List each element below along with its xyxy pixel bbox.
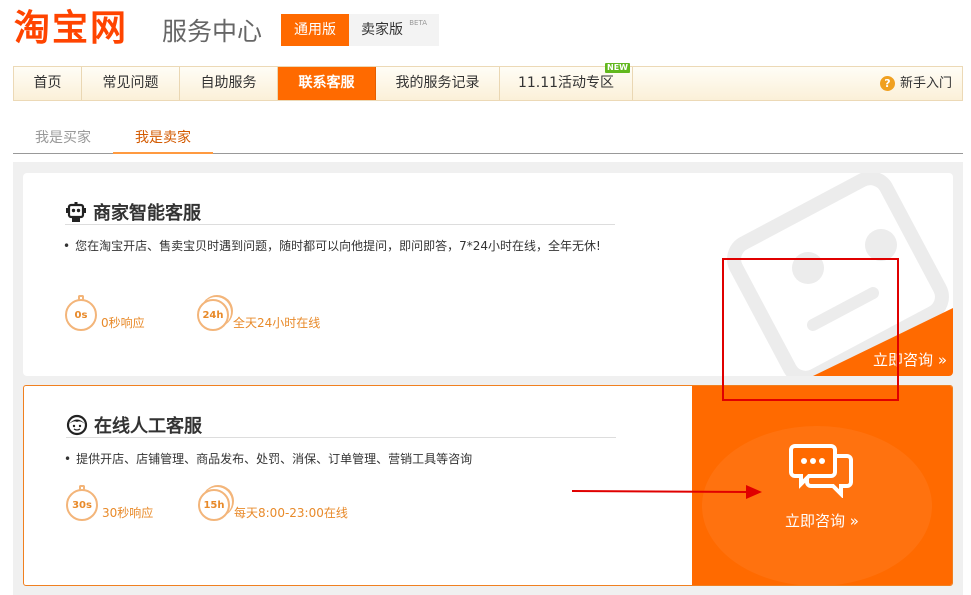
response-time-stat: 0s 0秒响应 [65, 295, 145, 331]
title-divider [66, 437, 616, 438]
version-tab-general[interactable]: 通用版 [281, 14, 349, 46]
title-divider [65, 224, 615, 225]
agent-icon [66, 414, 88, 436]
human-service-title: 在线人工客服 [94, 416, 202, 437]
clock-icon: 15h [198, 489, 230, 521]
tab-seller[interactable]: 我是卖家 [113, 122, 213, 154]
beta-badge: BETA [409, 19, 427, 27]
response-time-label: 30秒响应 [102, 506, 154, 520]
stopwatch-icon: 0s [65, 295, 97, 331]
robot-icon [66, 202, 86, 222]
smart-service-desc: 您在淘宝开店、售卖宝贝时遇到问题，随时都可以向他提问，即问即答，7*24小时在线… [63, 237, 601, 254]
service-center-page: 淘宝网 服务中心 通用版 卖家版 BETA 首页 常见问题 自助服务 联系客服 … [0, 0, 971, 595]
nav-item-faq[interactable]: 常见问题 [82, 67, 180, 100]
online-hours-label: 每天8:00-23:00在线 [234, 506, 348, 520]
response-time-stat: 30s 30秒响应 [66, 485, 154, 521]
version-tab-seller-label: 卖家版 [361, 22, 403, 38]
nav-item-self-service[interactable]: 自助服务 [180, 67, 278, 100]
beginner-guide-label: 新手入门 [899, 76, 952, 91]
main-nav: 首页 常见问题 自助服务 联系客服 我的服务记录 11.11活动专区 NEW ?… [13, 63, 963, 101]
tab-buyer[interactable]: 我是买家 [13, 122, 113, 153]
question-icon: ? [879, 76, 895, 91]
online-hours-label: 全天24小时在线 [233, 316, 321, 330]
new-badge: NEW [605, 63, 630, 73]
version-tab-seller[interactable]: 卖家版 BETA [349, 14, 439, 46]
human-service-card: 在线人工客服 提供开店、店铺管理、商品发布、处罚、消保、订单管理、营销工具等咨询… [23, 385, 953, 586]
response-time-label: 0秒响应 [101, 316, 145, 330]
beginner-guide-link[interactable]: ? 新手入门 [879, 67, 952, 100]
nav-item-home[interactable]: 首页 [14, 67, 82, 100]
clock-icon: 24h [197, 299, 229, 331]
nav-item-1111-event[interactable]: 11.11活动专区 NEW [500, 63, 633, 100]
nav-item-service-records[interactable]: 我的服务记录 [376, 67, 500, 100]
nav-item-1111-label: 11.11活动专区 [517, 75, 615, 91]
annotation-highlight-box [722, 258, 899, 401]
human-service-heading: 在线人工客服 [66, 412, 202, 438]
service-center-title: 服务中心 [162, 17, 263, 46]
human-consult-link[interactable]: 立即咨询 » [692, 510, 952, 531]
nav-item-contact-service[interactable]: 联系客服 [278, 67, 376, 100]
online-hours-stat: 15h 每天8:00-23:00在线 [198, 489, 348, 521]
online-hours-stat: 24h 全天24小时在线 [197, 299, 320, 331]
chat-bubbles-icon [789, 444, 853, 498]
role-tabs: 我是买家 我是卖家 [13, 122, 963, 154]
smart-service-title: 商家智能客服 [93, 203, 201, 224]
taobao-logo[interactable]: 淘宝网 [14, 6, 128, 50]
version-switcher: 通用版 卖家版 BETA [281, 14, 439, 46]
stopwatch-icon: 30s [66, 485, 98, 521]
annotation-arrow [572, 485, 762, 499]
human-service-desc: 提供开店、店铺管理、商品发布、处罚、消保、订单管理、营销工具等咨询 [64, 450, 472, 467]
smart-service-heading: 商家智能客服 [65, 199, 201, 225]
